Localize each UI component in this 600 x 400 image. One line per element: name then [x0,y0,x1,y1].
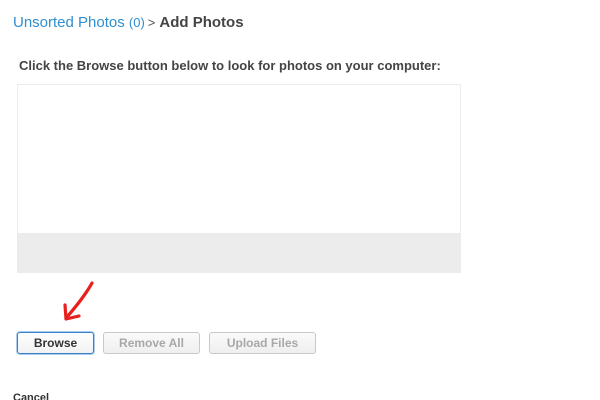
cancel-link[interactable]: Cancel [13,392,49,400]
breadcrumb: Unsorted Photos (0) > Add Photos [13,14,244,31]
breadcrumb-separator: > [147,15,156,30]
instructions-text: Click the Browse button below to look fo… [19,58,441,73]
file-queue-footer [18,233,460,272]
breadcrumb-unsorted-photos-link[interactable]: Unsorted Photos (0) [13,14,145,31]
breadcrumb-photo-count: (0) [128,15,145,30]
remove-all-button[interactable]: Remove All [103,332,200,354]
browse-button[interactable]: Browse [17,332,94,354]
file-queue-list [17,84,461,273]
breadcrumb-parent-label: Unsorted Photos [13,14,125,31]
upload-files-button[interactable]: Upload Files [209,332,316,354]
page-title: Add Photos [159,14,244,31]
add-photos-page: Unsorted Photos (0) > Add Photos Click the… [0,0,600,400]
red-arrow-icon [63,281,94,321]
